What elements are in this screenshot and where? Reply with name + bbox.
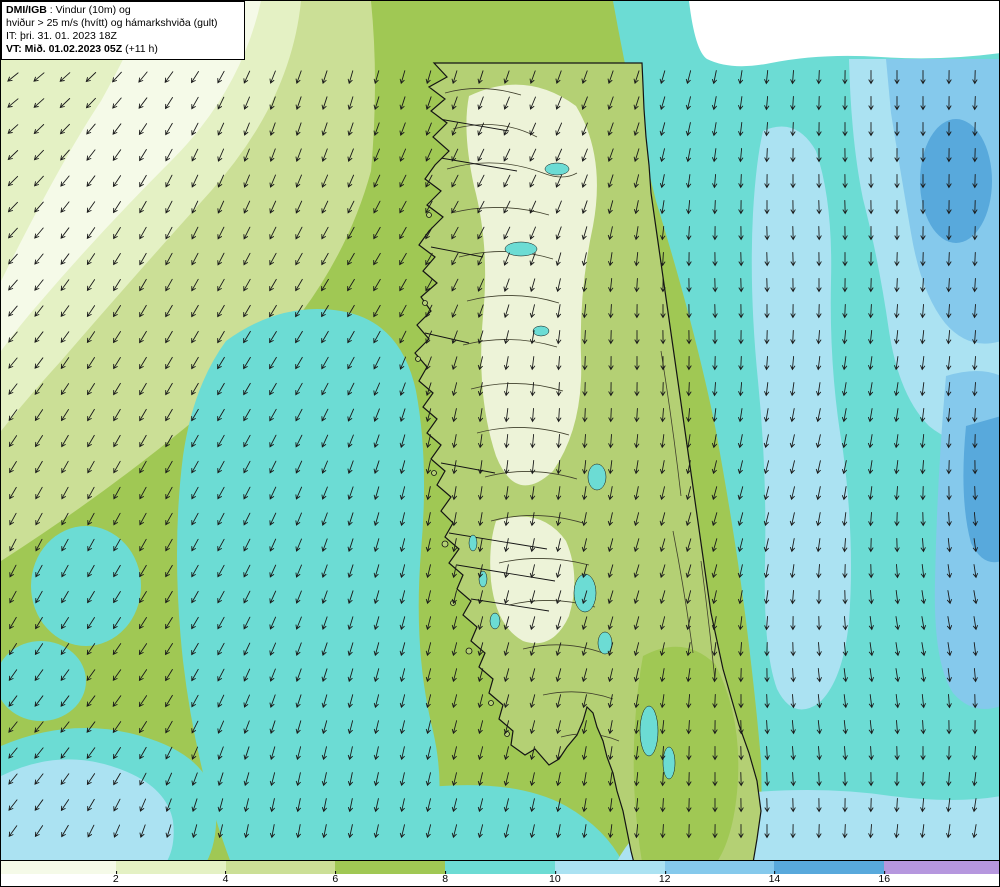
legend-tick-14: 14: [768, 871, 781, 885]
legend-segment-7: [774, 861, 885, 874]
info-line-2: hviður > 25 m/s (hvítt) og hámarkshviða …: [6, 17, 218, 29]
legend-segment-0: [1, 861, 116, 874]
wind-map: [1, 1, 999, 863]
legend-tick-12: 12: [658, 871, 671, 885]
legend-tick-8: 8: [442, 871, 449, 885]
legend-segment-5: [554, 861, 665, 874]
forecast-info-box: DMI/IGB : Vindur (10m) og hviður > 25 m/…: [1, 1, 245, 60]
legend-color-bar: [1, 861, 999, 874]
legend-segment-4: [445, 861, 555, 874]
wind-speed-legend: 2 4 6 8 10 12 14 16: [1, 860, 999, 886]
info-line-1: DMI/IGB : Vindur (10m) og: [6, 4, 240, 17]
legend-tick-2: 2: [112, 871, 119, 885]
valid-time: VT: Mið. 01.02.2023 05Z (+11 h): [6, 43, 158, 55]
legend-segment-6: [664, 861, 775, 874]
variable-label: : Vindur (10m) og: [46, 4, 131, 16]
legend-tick-4: 4: [222, 871, 229, 885]
init-time: IT: þri. 31. 01. 2023 18Z: [6, 30, 117, 42]
weather-map-viewport: DMI/IGB : Vindur (10m) og hviður > 25 m/…: [0, 0, 1000, 887]
legend-tick-10: 10: [549, 871, 561, 885]
legend-segment-3: [335, 861, 446, 874]
legend-tick-6: 6: [332, 871, 339, 885]
legend-segment-2: [225, 861, 336, 874]
model-name: DMI/IGB: [6, 4, 47, 16]
legend-segment-8: [884, 861, 999, 874]
legend-segment-1: [115, 861, 226, 874]
legend-tick-16: 16: [878, 871, 891, 885]
legend-tick-labels: 2 4 6 8 10 12 14 16: [1, 871, 999, 886]
